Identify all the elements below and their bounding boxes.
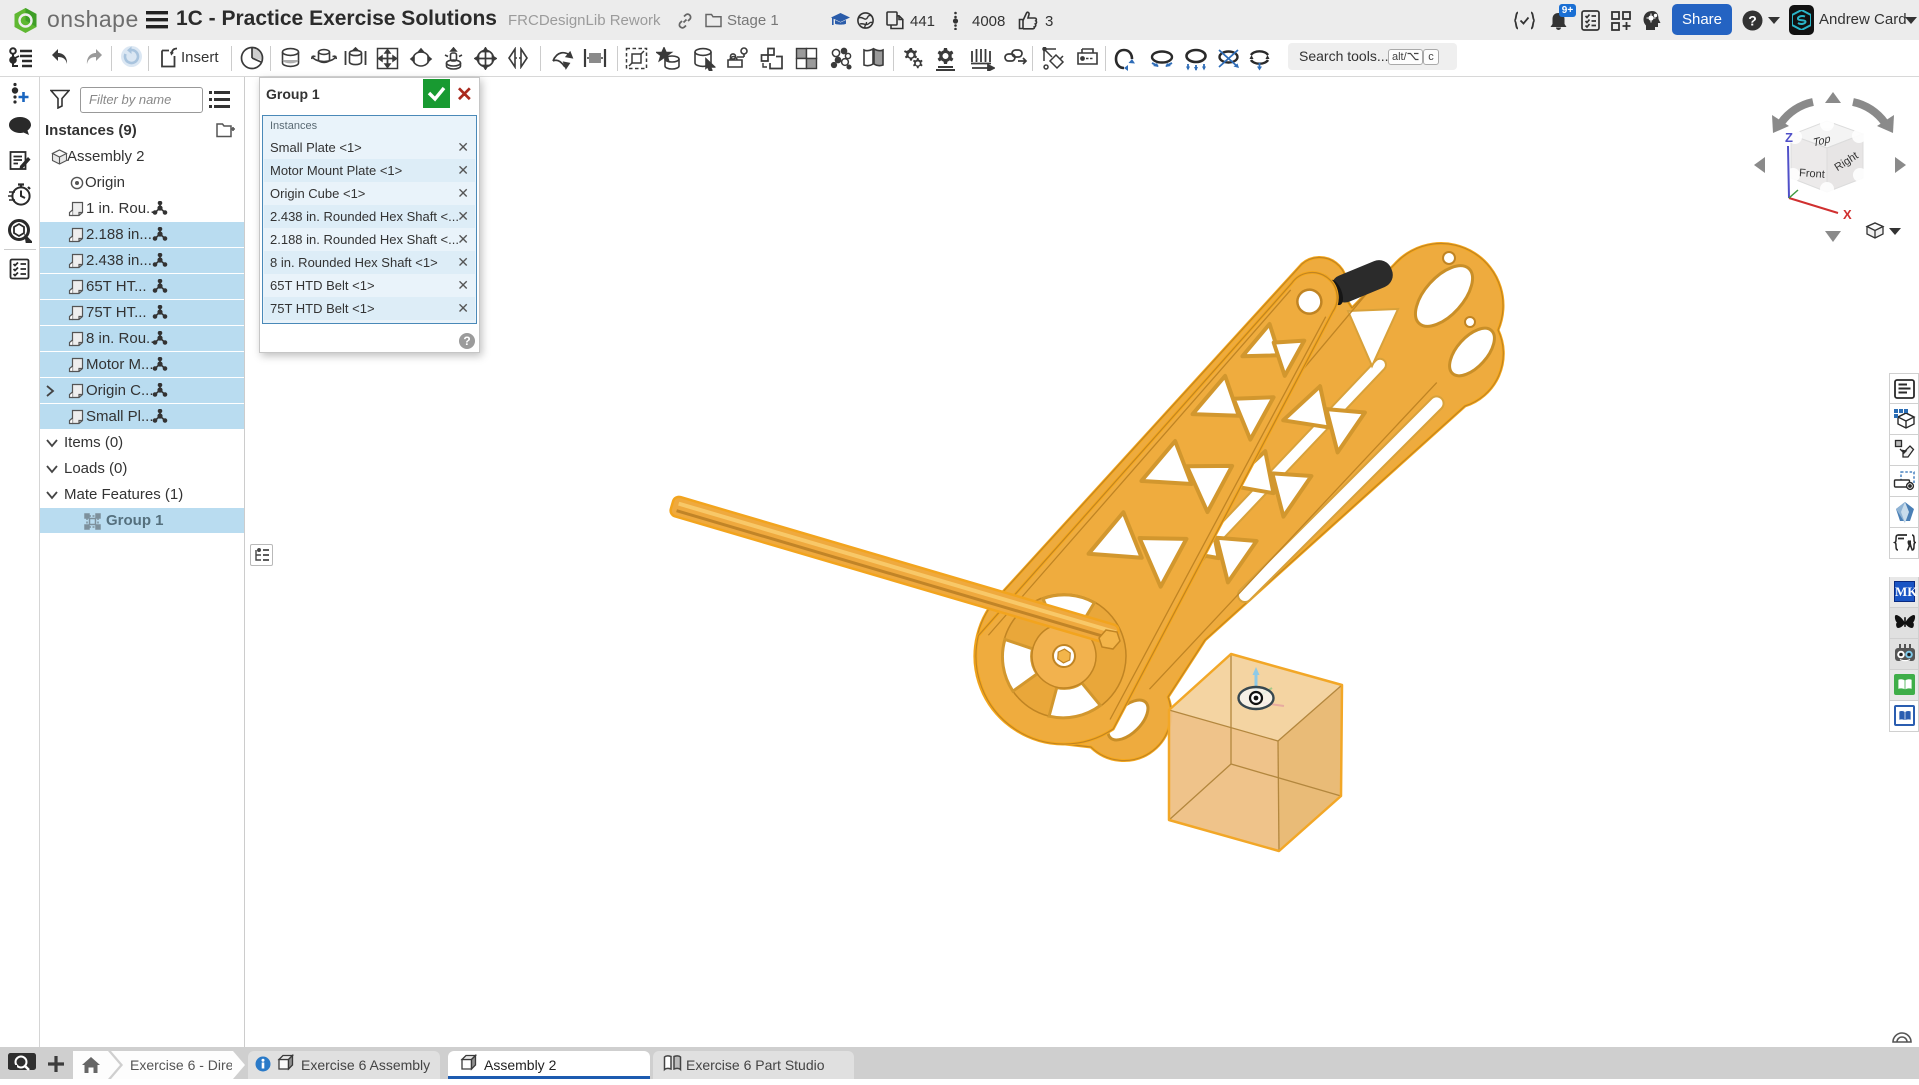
svg-text:Z: Z: [1785, 130, 1793, 145]
svg-text:X: X: [1843, 207, 1852, 222]
svg-text:Front: Front: [1799, 167, 1825, 181]
svg-text:?: ?: [1748, 13, 1757, 29]
